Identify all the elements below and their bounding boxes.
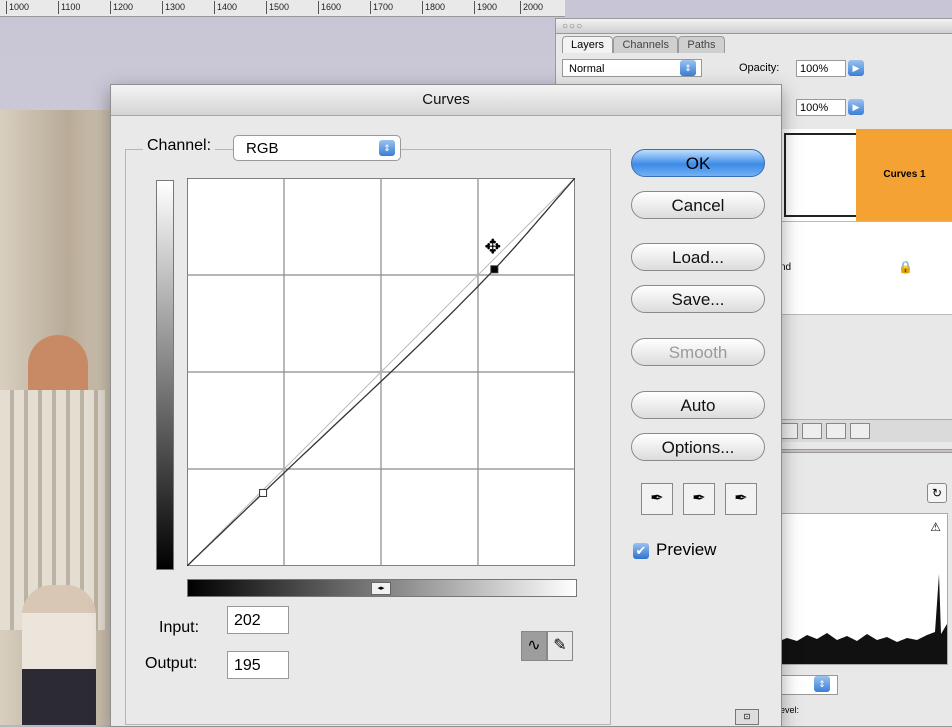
save-button[interactable]: Save... — [631, 285, 765, 313]
opacity-label: Opacity: — [739, 62, 780, 74]
preview-checkbox[interactable]: ✔ — [633, 543, 649, 559]
layers-palette-toolbar — [776, 419, 952, 442]
ruler-label: 1500 — [266, 1, 289, 14]
black-eyedropper-icon[interactable]: ✒ — [641, 483, 673, 515]
blend-mode-value: Normal — [569, 63, 605, 75]
fill-field[interactable]: 100% — [796, 99, 846, 116]
person-image — [22, 585, 96, 725]
curve-tool-icon[interactable]: ∿ — [521, 631, 547, 661]
window-controls-icon[interactable]: ○○○ — [562, 21, 583, 32]
smooth-button[interactable]: Smooth — [631, 338, 765, 366]
palette-tabs: Layers Channels Paths — [562, 35, 725, 53]
trash-icon[interactable] — [850, 423, 870, 439]
histogram-stepper-icon[interactable]: ⇕ — [814, 676, 830, 692]
ok-button[interactable]: OK — [631, 149, 765, 177]
dome-image — [28, 335, 88, 390]
load-button[interactable]: Load... — [631, 243, 765, 271]
palette-titlebar[interactable]: ○○○ — [556, 19, 952, 34]
layer-mask-thumbnail[interactable] — [784, 133, 858, 217]
selected-curve-point[interactable] — [490, 265, 499, 274]
histogram-palette: ↻ ⚠ ⇕ evel: — [775, 452, 952, 727]
tab-layers[interactable]: Layers — [562, 36, 614, 53]
horizontal-ruler: 1000 1100 1200 1300 1400 1500 1600 1700 … — [0, 0, 565, 17]
curves-dialog: Curves Channel: RGB ⇕ ✥ ◂▸ Input: 202 Ou… — [110, 84, 782, 727]
refresh-icon[interactable]: ↻ — [927, 483, 947, 503]
layer-name[interactable]: Curves 1 — [856, 129, 952, 221]
move-cursor-icon: ✥ — [484, 234, 501, 258]
histogram-display: ⚠ — [776, 513, 948, 665]
tab-paths[interactable]: Paths — [678, 36, 725, 53]
opacity-field[interactable]: 100% — [796, 60, 846, 77]
blend-mode-stepper-icon[interactable]: ⇕ — [680, 60, 696, 76]
histogram-graph — [777, 574, 947, 664]
gradient-toggle-icon[interactable]: ◂▸ — [371, 582, 391, 595]
output-label: Output: — [145, 655, 198, 672]
ruler-label: 1300 — [162, 1, 185, 14]
ruler-label: 2000 — [520, 1, 543, 14]
ruler-label: 1100 — [58, 1, 80, 14]
layer-row-curves[interactable]: Curves 1 — [776, 129, 952, 222]
ruler-label: 1900 — [474, 1, 497, 14]
input-label: Input: — [159, 619, 200, 636]
output-field[interactable]: 195 — [227, 651, 289, 679]
ruler-label: 1800 — [422, 1, 445, 14]
cancel-button[interactable]: Cancel — [631, 191, 765, 219]
layer-row-background[interactable]: nd 🔒 — [776, 222, 952, 315]
lock-icon: 🔒 — [898, 260, 913, 274]
channel-value: RGB — [246, 140, 279, 157]
channel-select[interactable]: RGB ⇕ — [233, 135, 401, 161]
channel-stepper-icon[interactable]: ⇕ — [379, 140, 395, 156]
curve-point[interactable] — [259, 488, 268, 497]
input-field[interactable]: 202 — [227, 606, 289, 634]
resize-icon[interactable]: ⊡ — [735, 709, 759, 725]
white-eyedropper-icon[interactable]: ✒ — [725, 483, 757, 515]
pencil-tool-icon[interactable]: ✎ — [547, 631, 573, 661]
curves-graph[interactable]: ✥ — [187, 178, 575, 566]
dialog-title: Curves — [111, 85, 781, 116]
group-icon[interactable] — [802, 423, 822, 439]
output-gradient-bar — [156, 180, 174, 570]
ruler-label: 1400 — [214, 1, 237, 14]
ruler-label: 1600 — [318, 1, 341, 14]
tab-channels[interactable]: Channels — [613, 36, 678, 53]
preview-label: Preview — [656, 540, 717, 559]
ruler-label: 1700 — [370, 1, 393, 14]
level-label: evel: — [780, 705, 800, 715]
opacity-arrow-icon[interactable]: ▶ — [848, 60, 864, 76]
options-button[interactable]: Options... — [631, 433, 765, 461]
ruler-label: 1200 — [110, 1, 133, 14]
ruler-label: 1000 — [6, 1, 29, 14]
new-layer-icon[interactable] — [826, 423, 846, 439]
gray-eyedropper-icon[interactable]: ✒ — [683, 483, 715, 515]
auto-button[interactable]: Auto — [631, 391, 765, 419]
fill-arrow-icon[interactable]: ▶ — [848, 99, 864, 115]
channel-label: Channel: — [143, 137, 216, 155]
